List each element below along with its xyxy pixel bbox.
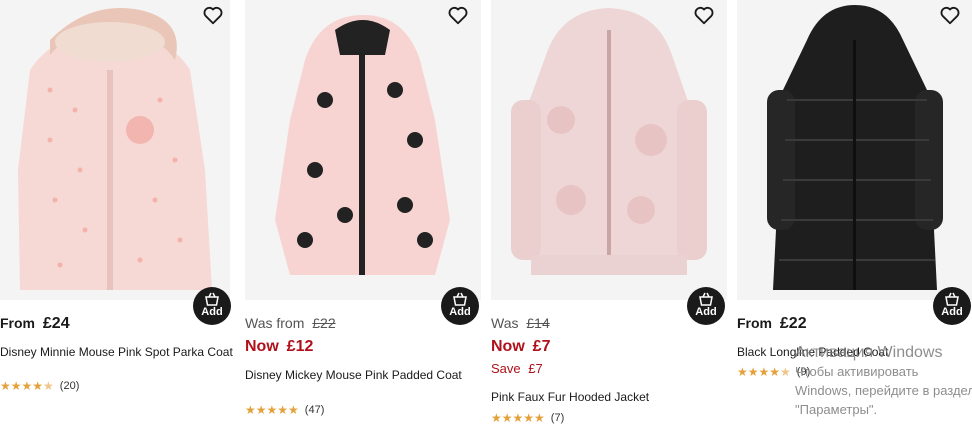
price: £24 — [42, 315, 70, 332]
price-line: From £24 — [0, 315, 70, 333]
add-to-basket-button[interactable]: Add — [441, 287, 479, 325]
was-prefix: Was — [491, 315, 519, 331]
now-price-line: Now £7 — [491, 338, 550, 356]
product-title[interactable]: Disney Minnie Mouse Pink Spot Parka Coat — [0, 344, 236, 360]
wishlist-heart-icon[interactable] — [693, 4, 715, 26]
price-prefix: From — [737, 315, 772, 331]
basket-icon — [453, 292, 467, 306]
rating: ★★★★★ (7) — [491, 410, 564, 426]
product-image[interactable] — [0, 0, 230, 300]
was-price-line: Was £14 — [491, 315, 550, 331]
basket-icon — [945, 292, 959, 306]
basket-icon — [205, 292, 219, 306]
add-label: Add — [695, 306, 717, 318]
product-card: Add From £24 Disney Minnie Mouse Pink Sp… — [0, 0, 236, 427]
was-prefix: Was from — [245, 315, 305, 331]
product-image[interactable] — [737, 0, 972, 300]
add-to-basket-button[interactable]: Add — [687, 287, 725, 325]
add-label: Add — [201, 306, 223, 318]
was-price: £22 — [312, 315, 336, 331]
save-line: Save £7 — [491, 361, 543, 376]
product-card: Add Was from £22 Now £12 Disney Mickey M… — [245, 0, 481, 427]
add-to-basket-button[interactable]: Add — [193, 287, 231, 325]
product-title[interactable]: Disney Mickey Mouse Pink Padded Coat — [245, 367, 481, 383]
review-count: (7) — [550, 412, 565, 424]
product-card: Add Was £14 Now £7 Save £7 Pink Faux Fur… — [491, 0, 727, 427]
rating: ★★★★ ★ (9) — [737, 364, 810, 380]
wishlist-heart-icon[interactable] — [939, 4, 961, 26]
star-icon: ★★★★ — [737, 365, 781, 379]
now-prefix: Now — [245, 338, 279, 355]
product-grid: Add From £24 Disney Minnie Mouse Pink Sp… — [0, 0, 972, 427]
product-image[interactable] — [491, 0, 727, 300]
star-icon: ★★★★★ — [491, 411, 545, 425]
product-title[interactable]: Pink Faux Fur Hooded Jacket — [491, 389, 727, 405]
was-price-line: Was from £22 — [245, 315, 336, 331]
half-star-icon: ★ — [43, 379, 54, 393]
review-count: (47) — [304, 404, 325, 416]
product-image[interactable] — [245, 0, 481, 300]
wishlist-heart-icon[interactable] — [202, 4, 224, 26]
now-price-line: Now £12 — [245, 338, 313, 356]
price-line: From £22 — [737, 315, 807, 333]
price-prefix: From — [0, 315, 35, 331]
was-price: £14 — [526, 315, 550, 331]
star-icon: ★★★★ — [0, 379, 44, 393]
now-price: £7 — [532, 338, 551, 355]
add-to-basket-button[interactable]: Add — [933, 287, 971, 325]
wishlist-heart-icon[interactable] — [447, 4, 469, 26]
add-label: Add — [449, 306, 471, 318]
product-card: Add From £22 Black Longline Padded Coat … — [737, 0, 972, 427]
add-label: Add — [941, 306, 963, 318]
now-price: £12 — [286, 338, 314, 355]
star-icon: ★★★★★ — [245, 403, 299, 417]
now-prefix: Now — [491, 338, 525, 355]
save-prefix: Save — [491, 361, 521, 376]
rating: ★★★★ ★ (20) — [0, 378, 79, 394]
review-count: (9) — [796, 366, 811, 378]
rating: ★★★★★ (47) — [245, 402, 324, 418]
save-amount: £7 — [528, 361, 543, 376]
review-count: (20) — [59, 380, 80, 392]
product-title[interactable]: Black Longline Padded Coat — [737, 344, 972, 360]
basket-icon — [699, 292, 713, 306]
half-star-icon: ★ — [780, 365, 791, 379]
price: £22 — [779, 315, 807, 332]
